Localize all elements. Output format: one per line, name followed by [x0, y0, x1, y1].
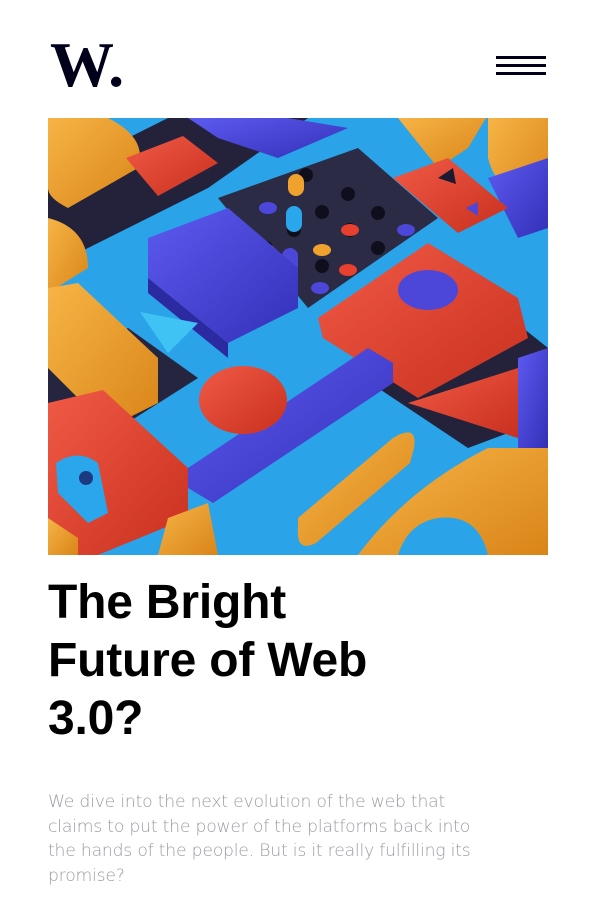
hamburger-menu-icon-bar-top: [496, 56, 546, 59]
logo-text: W.: [50, 36, 124, 90]
hamburger-menu-button[interactable]: [496, 56, 548, 80]
article-description: We dive into the next evolution of the w…: [48, 792, 471, 886]
hero-image: [48, 118, 548, 555]
hamburger-menu-icon-bar-middle: [496, 64, 546, 67]
site-header: W.: [48, 29, 552, 100]
logo[interactable]: W.: [50, 29, 134, 100]
hamburger-menu-icon-bar-bottom: [496, 72, 546, 75]
abstract-blocks-illustration: [48, 118, 548, 555]
brand-w-logo-icon: W.: [50, 29, 124, 100]
article-title: The Bright Future of Web 3.0?: [48, 576, 368, 745]
